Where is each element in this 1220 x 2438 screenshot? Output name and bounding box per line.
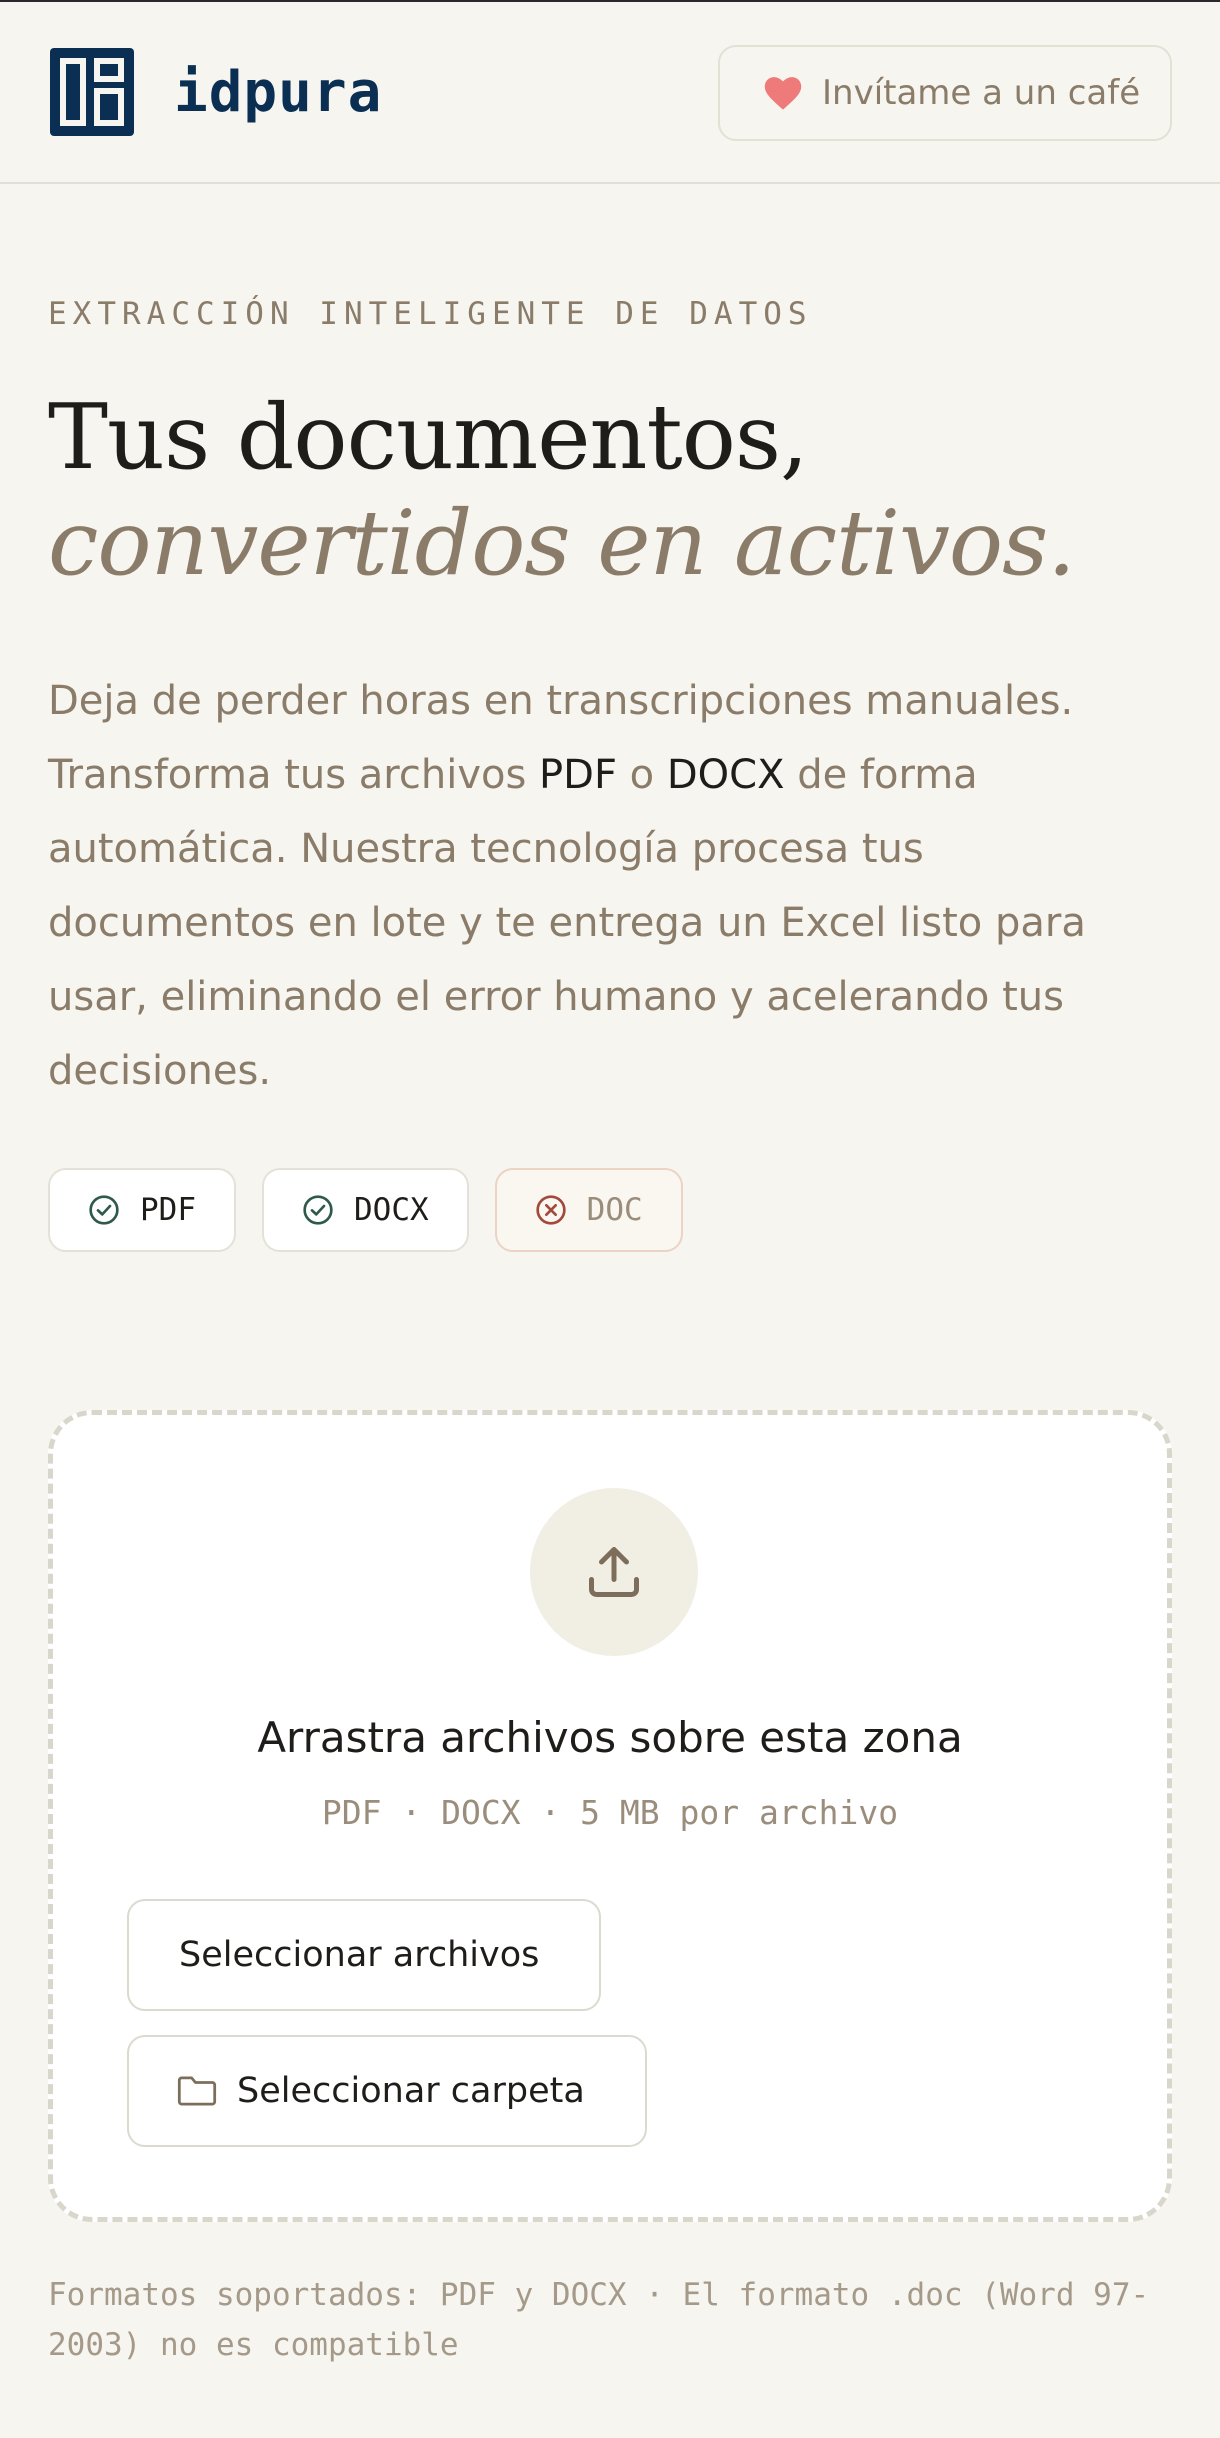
supported-formats-note: Formatos soportados: PDF y DOCX · El for… [48,2277,1150,2363]
brand-logo-icon[interactable] [48,46,136,138]
buy-me-coffee-button[interactable]: Invítame a un café [718,45,1172,141]
upload-icon [589,1547,639,1597]
format-badge-pdf: PDF [48,1168,236,1252]
x-circle-icon [535,1195,566,1225]
desc-pdf-highlight: PDF [539,752,617,798]
desc-text-3: de forma automática. Nuestra tecnología … [48,752,1086,1094]
format-badge-label: PDF [140,1192,196,1228]
desc-docx-highlight: DOCX [666,752,785,798]
file-dropzone[interactable]: Arrastra archivos sobre esta zona PDF · … [48,1410,1172,2222]
select-folder-label: Seleccionar carpeta [237,2071,585,2111]
format-badge-label: DOCX [354,1192,429,1228]
format-badge-label: DOC [586,1192,643,1228]
format-badges: PDF DOCX DOC [48,1168,683,1252]
folder-icon [177,2076,217,2106]
dropzone-title: Arrastra archivos sobre esta zona [257,1713,963,1762]
hero-description: Deja de perder horas en transcripciones … [48,664,1178,1108]
desc-text-2: o [616,752,667,798]
select-folder-button[interactable]: Seleccionar carpeta [127,2035,647,2147]
upload-icon-container [530,1488,698,1656]
select-files-label: Seleccionar archivos [179,1935,540,1975]
hero-title: Tus documentos, [48,385,809,490]
brand-name[interactable]: idpura [174,60,382,126]
coffee-button-label: Invítame a un café [822,73,1141,113]
hero-eyebrow: EXTRACCIÓN INTELIGENTE DE DATOS [48,296,813,332]
site-header: idpura Invítame a un café [0,2,1220,184]
check-circle-icon [303,1195,333,1225]
heart-icon [764,77,802,110]
check-circle-icon [89,1195,119,1225]
format-badge-docx: DOCX [262,1168,469,1252]
hero-subtitle: convertidos en activos. [48,491,1076,596]
select-files-button[interactable]: Seleccionar archivos [127,1899,601,2011]
format-badge-doc: DOC [494,1168,683,1252]
dropzone-hint: PDF · DOCX · 5 MB por archivo [321,1793,899,1832]
